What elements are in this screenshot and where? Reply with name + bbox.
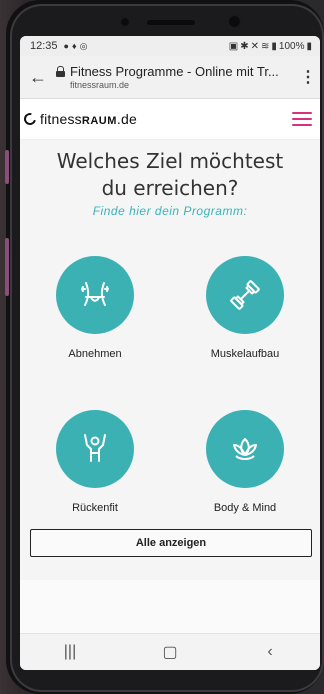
overflow-menu-icon[interactable]: ⋮ <box>296 67 320 87</box>
logo-suffix: .de <box>116 111 137 127</box>
volume-button <box>5 150 9 184</box>
goal-label: Body & Mind <box>213 502 277 514</box>
front-camera <box>228 15 241 28</box>
target-icon: ◎ <box>79 40 88 51</box>
back-arrow-icon[interactable]: ← <box>20 67 56 88</box>
goal-tile-rueckenfit[interactable]: Rückenfit <box>20 410 170 514</box>
goal-tile-body-mind[interactable]: Body & Mind <box>170 410 320 514</box>
page-heading: Welches Ziel möchtest du erreichen? <box>56 149 284 200</box>
mute-icon: ✕ <box>250 40 259 52</box>
battery-icon: ▮ <box>306 40 312 52</box>
site-logo[interactable]: fitnessRAUM.de <box>40 111 137 127</box>
status-notification-icons: ● ♦ ◎ <box>64 41 88 52</box>
bluetooth-icon: ✱ <box>240 40 249 52</box>
lock-icon <box>56 66 65 77</box>
url-area[interactable]: Fitness Programme - Online mit Tr... fit… <box>56 64 296 90</box>
hamburger-menu-icon[interactable] <box>292 112 312 126</box>
show-all-button[interactable]: Alle anzeigen <box>30 529 312 557</box>
signal-icon: ▮ <box>271 40 277 52</box>
logo-bold: RAUM <box>81 115 117 127</box>
sensor <box>120 17 130 27</box>
main-content: Welches Ziel möchtest du erreichen? Find… <box>20 140 320 580</box>
goal-label: Muskelaufbau <box>210 348 280 360</box>
screen: 12:35 ● ♦ ◎ ▣ ✱ ✕ ≋ ▮ 100% ▮ ← Fitness P… <box>20 36 320 670</box>
chat-icon: ● <box>63 41 69 51</box>
browser-url-bar: ← Fitness Programme - Online mit Tr... f… <box>20 56 320 99</box>
url-domain: fitnessraum.de <box>70 80 130 90</box>
page-title: Fitness Programme - Online mit Tr... <box>70 64 279 79</box>
goal-tile-muskelaufbau[interactable]: Muskelaufbau <box>170 256 320 360</box>
android-nav-bar: ||| ▢ ‹ <box>20 633 320 670</box>
home-icon[interactable]: ▢ <box>150 642 190 662</box>
site-header: fitnessRAUM.de <box>20 99 320 140</box>
goal-label: Rückenfit <box>72 502 118 514</box>
status-bar: 12:35 ● ♦ ◎ ▣ ✱ ✕ ≋ ▮ 100% ▮ <box>20 36 320 56</box>
status-system-icons: ▣ ✱ ✕ ≋ ▮ 100% ▮ <box>229 41 312 52</box>
status-time: 12:35 <box>30 40 58 52</box>
recents-icon[interactable]: ||| <box>50 643 90 661</box>
back-person-icon[interactable] <box>56 410 134 488</box>
vibrate-icon: ▣ <box>228 40 239 52</box>
speaker <box>147 20 195 25</box>
dumbbell-icon[interactable] <box>206 256 284 334</box>
notification-icon: ♦ <box>71 41 77 51</box>
lotus-icon[interactable] <box>206 410 284 488</box>
battery-percent: 100% <box>278 40 305 52</box>
wifi-icon: ≋ <box>261 40 270 52</box>
back-icon[interactable]: ‹ <box>250 643 290 661</box>
goal-tile-abnehmen[interactable]: Abnehmen <box>20 256 170 360</box>
logo-prefix: fitness <box>40 111 82 127</box>
goal-label: Abnehmen <box>68 348 122 360</box>
waist-icon[interactable] <box>56 256 134 334</box>
page-subheading: Finde hier dein Programm: <box>92 204 248 218</box>
logo-icon[interactable] <box>21 110 39 128</box>
bixby-button <box>5 238 9 296</box>
